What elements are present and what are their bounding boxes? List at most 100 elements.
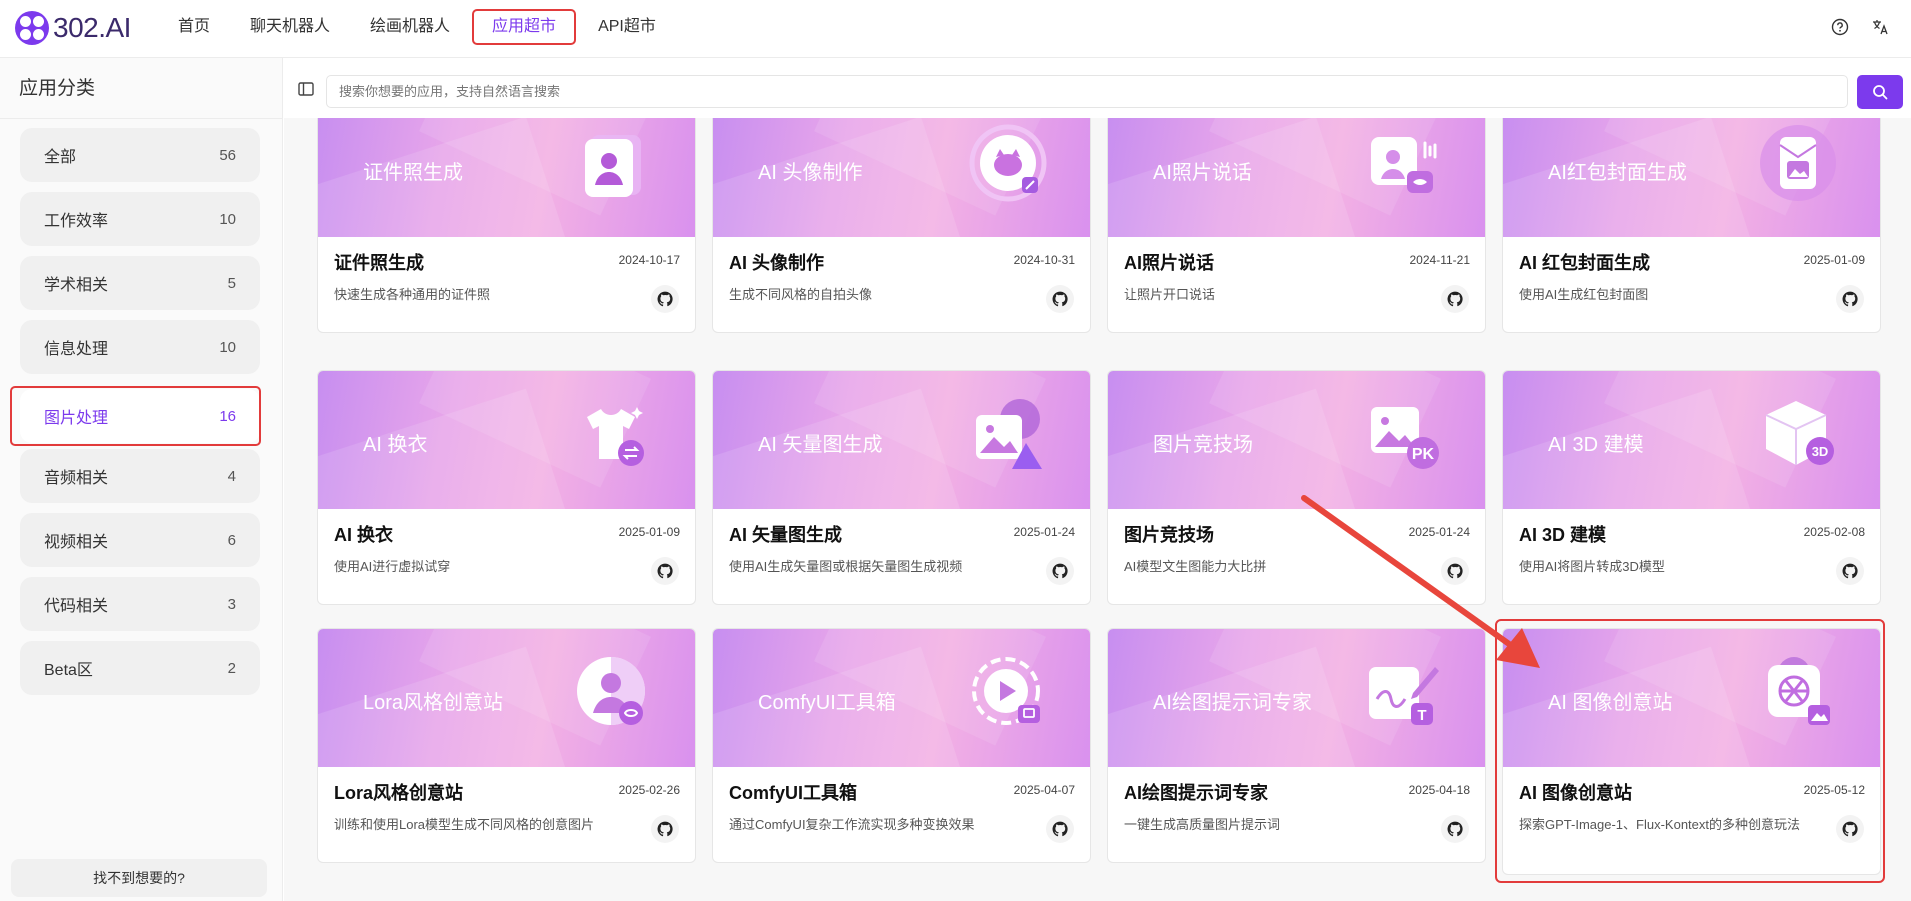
card-description: 使用AI生成红包封面图	[1519, 287, 1649, 302]
card-date: 2025-01-09	[618, 525, 680, 539]
tshirt-swap-icon	[587, 407, 644, 466]
card-title: AI照片说话	[1124, 253, 1214, 273]
card-banner: AI 换衣	[318, 371, 695, 509]
card-date: 2024-10-31	[1013, 253, 1075, 267]
card-banner: AI 矢量图生成	[713, 371, 1090, 509]
category-count: 3	[227, 595, 236, 613]
category-code[interactable]: 代码相关 3	[20, 577, 260, 631]
github-icon[interactable]	[1046, 285, 1074, 313]
category-label: 学术相关	[44, 277, 109, 294]
github-icon[interactable]	[651, 557, 679, 585]
card-description: 生成不同风格的自拍头像	[729, 287, 873, 302]
sidebar-toggle-icon[interactable]	[298, 82, 314, 96]
card-description: 快速生成各种通用的证件照	[334, 287, 491, 302]
svg-text:PK: PK	[1412, 446, 1435, 463]
category-all[interactable]: 全部 56	[20, 128, 260, 182]
category-label: 全部	[44, 149, 77, 166]
github-icon[interactable]	[1046, 557, 1074, 585]
search-button[interactable]	[1857, 75, 1903, 109]
openai-image-icon	[1768, 657, 1830, 725]
card-description: 使用AI进行虚拟试穿	[334, 559, 451, 574]
app-card[interactable]: Lora风格创意站 Lora风格创意站 2025-02-26 训练和使用Lora…	[317, 628, 696, 863]
category-academic[interactable]: 学术相关 5	[20, 256, 260, 310]
app-card[interactable]: AI 矢量图生成 AI 矢量图生成 2025-01-24 使用AI生成矢量图或根…	[712, 370, 1091, 605]
category-count: 10	[219, 210, 236, 228]
vector-image-icon	[976, 399, 1042, 469]
app-card[interactable]: AI照片说话 AI照片说话 2024-11-21 让照片开口说话	[1107, 118, 1486, 333]
banner-text: AI 图像创意站	[1548, 692, 1673, 714]
logo[interactable]: 302.AI	[15, 10, 131, 46]
card-banner: AI 3D 建模 3D	[1503, 371, 1880, 509]
github-icon[interactable]	[1836, 285, 1864, 313]
help-icon[interactable]	[1829, 16, 1851, 38]
talking-photo-icon	[1371, 137, 1437, 193]
card-description: 让照片开口说话	[1124, 287, 1216, 302]
github-icon[interactable]	[1046, 815, 1074, 843]
logo-text: 302.AI	[53, 12, 131, 43]
card-title: AI 头像制作	[729, 253, 825, 273]
cube-3d-icon: 3D	[1765, 401, 1834, 465]
card-description: 训练和使用Lora模型生成不同风格的创意图片	[334, 817, 595, 832]
category-productivity[interactable]: 工作效率 10	[20, 192, 260, 246]
card-title: AI 红包封面生成	[1519, 253, 1651, 273]
banner-text: AI照片说话	[1153, 162, 1252, 184]
card-date: 2025-01-09	[1803, 253, 1865, 267]
red-packet-icon	[1760, 125, 1836, 201]
category-count: 56	[219, 146, 236, 164]
logo-mark-icon	[15, 11, 49, 45]
github-icon[interactable]	[1836, 557, 1864, 585]
nav-app-market[interactable]: 应用超市	[472, 9, 577, 45]
banner-text: AI 头像制作	[758, 162, 863, 184]
banner-text: ComfyUI工具箱	[758, 692, 896, 714]
category-label: 信息处理	[44, 341, 109, 358]
card-date: 2025-02-08	[1803, 525, 1865, 539]
card-banner: AI照片说话	[1108, 118, 1485, 237]
comfyui-play-icon	[972, 657, 1040, 725]
app-card[interactable]: ComfyUI工具箱 ComfyUI工具箱 2025-04-07 通过Comfy…	[712, 628, 1091, 863]
card-date: 2025-02-26	[618, 783, 680, 797]
translate-icon[interactable]	[1869, 16, 1891, 38]
card-banner: Lora风格创意站	[318, 629, 695, 767]
card-date: 2024-10-17	[618, 253, 680, 267]
banner-text: Lora风格创意站	[363, 692, 504, 714]
app-card[interactable]: 证件照生成 证件照生成 2024-10-17 快速生成各种通用的证件照	[317, 118, 696, 333]
banner-text: AI红包封面生成	[1548, 162, 1687, 184]
avatar-icon	[969, 124, 1047, 202]
category-audio[interactable]: 音频相关 4	[20, 449, 260, 503]
app-card[interactable]: AI 换衣 AI 换衣 2025-01-09 使用AI进行虚拟试穿	[317, 370, 696, 605]
github-icon[interactable]	[651, 285, 679, 313]
svg-text:3D: 3D	[1812, 444, 1829, 459]
category-count: 5	[227, 274, 236, 292]
card-banner: AI红包封面生成	[1503, 118, 1880, 237]
category-video[interactable]: 视频相关 6	[20, 513, 260, 567]
nav-api-market[interactable]: API超市	[580, 9, 674, 45]
card-banner: 图片竞技场 PK	[1108, 371, 1485, 509]
banner-text: 证件照生成	[363, 162, 463, 184]
not-found-feedback-button[interactable]: 找不到想要的?	[11, 859, 267, 897]
category-information[interactable]: 信息处理 10	[20, 320, 260, 374]
nav-home[interactable]: 首页	[160, 9, 228, 45]
card-title: Lora风格创意站	[334, 783, 464, 803]
category-count: 4	[227, 467, 236, 485]
category-beta[interactable]: Beta区 2	[20, 641, 260, 695]
app-card[interactable]: AI红包封面生成 AI 红包封面生成 2025-01-09 使用AI生成红包封面…	[1502, 118, 1881, 333]
nav-drawing-bot[interactable]: 绘画机器人	[352, 9, 468, 45]
nav-chatbot[interactable]: 聊天机器人	[232, 9, 348, 45]
category-highlight-box	[10, 386, 261, 446]
card-banner: ComfyUI工具箱	[713, 629, 1090, 767]
card-title: AI绘图提示词专家	[1124, 783, 1268, 803]
github-icon[interactable]	[1441, 815, 1469, 843]
card-description: 一键生成高质量图片提示词	[1124, 817, 1281, 832]
search-input[interactable]	[326, 75, 1848, 108]
top-bar: 302.AI 首页 聊天机器人 绘画机器人 应用超市 API超市	[0, 0, 1911, 58]
image-pk-icon: PK	[1371, 407, 1439, 469]
category-label: 工作效率	[44, 213, 109, 230]
github-icon[interactable]	[651, 815, 679, 843]
github-icon[interactable]	[1441, 285, 1469, 313]
category-label: 代码相关	[44, 598, 109, 615]
card-description: 通过ComfyUI复杂工作流实现多种变换效果	[729, 817, 975, 832]
category-count: 6	[227, 531, 236, 549]
lora-user-icon	[577, 657, 645, 725]
app-card[interactable]: AI 头像制作 AI 头像制作 2024-10-31 生成不同风格的自拍头像	[712, 118, 1091, 333]
banner-text: AI 换衣	[363, 434, 428, 456]
